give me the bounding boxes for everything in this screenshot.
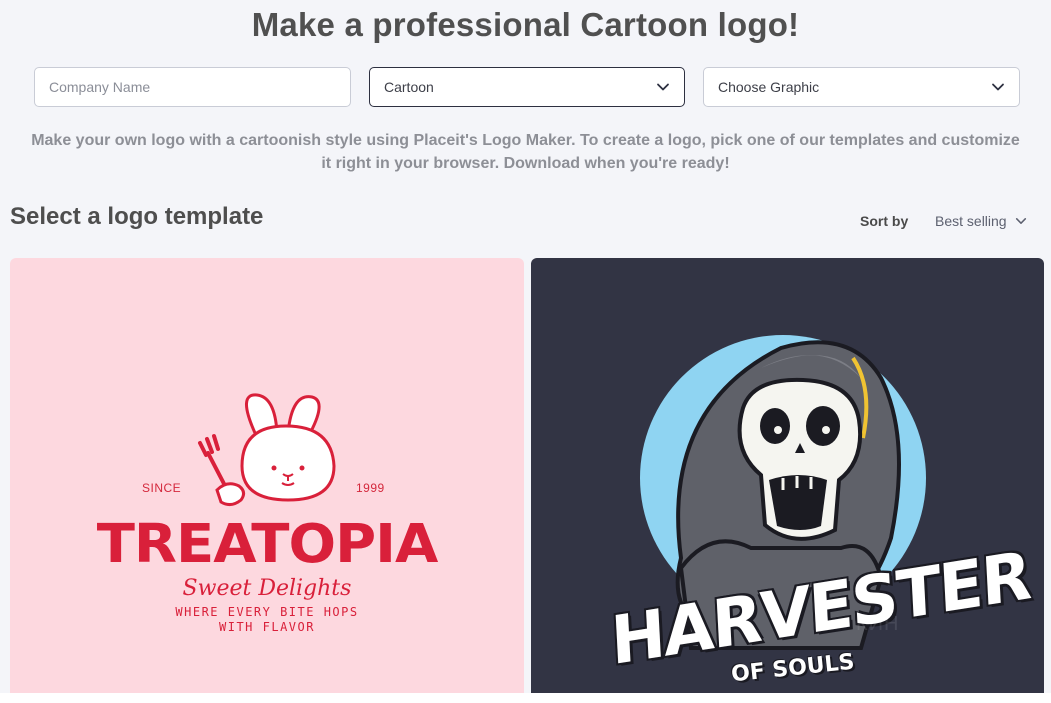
style-select[interactable]: Cartoon: [369, 67, 685, 107]
chevron-down-icon: [657, 83, 669, 91]
brand-name: TREATOPIA: [96, 513, 439, 576]
tagline-line-2: WITH FLAVOR: [219, 620, 315, 634]
company-name-field[interactable]: [34, 67, 351, 107]
brand-script: Sweet Delights: [182, 576, 352, 601]
section-title: Select a logo template: [10, 203, 264, 230]
graphic-select-value: Choose Graphic: [718, 79, 820, 95]
sort-dropdown[interactable]: Best selling: [935, 213, 1027, 229]
watermark: КИН: [856, 613, 900, 635]
year-label: 1999: [356, 481, 385, 495]
brand-tagline: WHERE EVERY BITE HOPS WITH FLAVOR: [10, 605, 524, 635]
graphic-select[interactable]: Choose Graphic: [703, 67, 1020, 107]
logo-template-card[interactable]: SINCE 1999 TREATOPIA Sweet Delights WHER…: [10, 258, 524, 695]
chevron-down-icon: [992, 83, 1004, 91]
chevron-down-icon: [1015, 218, 1026, 224]
style-select-value: Cartoon: [384, 79, 434, 95]
page-description: Make your own logo with a cartoonish sty…: [31, 132, 1020, 172]
logo-template-card[interactable]: HARVESTER OF SOULS КИН: [531, 258, 1044, 695]
sort-value: Best selling: [935, 213, 1007, 229]
since-label: SINCE: [142, 481, 182, 495]
tagline-line-1: WHERE EVERY BITE HOPS: [175, 605, 359, 619]
bottom-strip: [0, 693, 1051, 703]
sort-label: Sort by: [860, 213, 909, 229]
company-name-input[interactable]: [49, 79, 336, 95]
page-title: Make a professional Cartoon logo!: [251, 6, 800, 43]
